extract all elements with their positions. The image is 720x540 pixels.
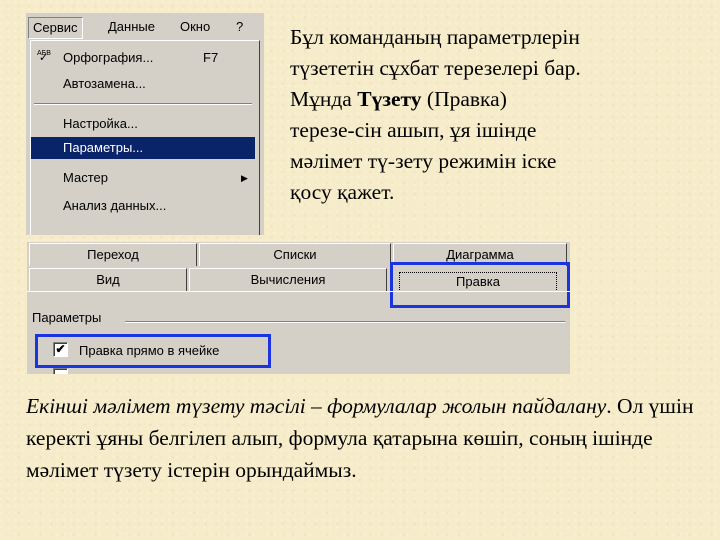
italic-term: Екінші мәлімет түзету тәсілі – формулала… [26, 394, 607, 418]
menu-item-label: Настройка... [63, 116, 138, 131]
next-option-checkbox[interactable] [53, 368, 68, 374]
text-line: Мұнда Түзету (Правка) [290, 87, 507, 111]
bold-term: Түзету [357, 87, 422, 111]
panel-divider [27, 291, 570, 292]
menu-item-data-analysis[interactable]: Анализ данных... [31, 195, 255, 217]
menu-help[interactable]: ? [232, 18, 247, 36]
menu-bar: Сервис Данные Окно ? [26, 13, 264, 39]
menu-item-autocorrect[interactable]: Автозамена... [31, 73, 255, 95]
text-line: Бұл команданың параметрлерін [290, 25, 580, 49]
tab-lists[interactable]: Списки [199, 243, 391, 266]
menu-item-wizard[interactable]: Мастер ▶ [31, 167, 255, 189]
top-paragraph: Бұл команданың параметрлерін түзететін с… [290, 22, 710, 208]
tab-highlight-frame [390, 262, 570, 308]
text-line: қосу қажет. [290, 180, 395, 204]
menu-item-label: Орфография... [63, 50, 154, 65]
menu-separator [34, 103, 252, 105]
tab-transition[interactable]: Переход [29, 243, 197, 266]
group-divider [125, 321, 565, 323]
service-dropdown: АБВ ✓ Орфография... F7 Автозамена... Наст… [30, 40, 260, 235]
text-line: терезе-сін ашып, ұя ішінде [290, 118, 537, 142]
menu-item-options[interactable]: Параметры... [31, 137, 255, 159]
menu-window[interactable]: Окно [176, 18, 214, 36]
bottom-paragraph: Екінші мәлімет түзету тәсілі – формулала… [26, 390, 706, 486]
menu-item-label: Параметры... [63, 140, 144, 155]
text-line: түзететін сұхбат терезелері бар. [290, 56, 581, 80]
menu-item-label: Мастер [63, 170, 108, 185]
menu-item-label: Автозамена... [63, 76, 146, 91]
excel-menu-screenshot: Сервис Данные Окно ? АБВ ✓ Орфография... … [26, 13, 264, 235]
menu-data[interactable]: Данные [104, 18, 159, 36]
submenu-arrow-icon: ▶ [241, 173, 248, 183]
group-label: Параметры [32, 310, 102, 325]
edit-in-cell-label: Правка прямо в ячейке [79, 343, 220, 358]
tab-view[interactable]: Вид [29, 268, 187, 291]
tab-calculation[interactable]: Вычисления [189, 268, 387, 291]
menu-service[interactable]: Сервис [28, 17, 83, 39]
menu-item-customize[interactable]: Настройка... [31, 113, 255, 135]
menu-item-label: Анализ данных... [63, 198, 167, 213]
menu-item-spelling[interactable]: АБВ ✓ Орфография... F7 [31, 47, 255, 69]
menu-item-shortcut: F7 [203, 50, 219, 65]
text-line: мәлімет тү-зету режимін іске [290, 149, 557, 173]
edit-in-cell-checkbox[interactable]: ✔ [53, 342, 68, 357]
spelling-check-icon: АБВ ✓ [37, 50, 51, 64]
options-dialog-screenshot: Переход Списки Диаграмма Вид Вычисления … [27, 242, 570, 374]
